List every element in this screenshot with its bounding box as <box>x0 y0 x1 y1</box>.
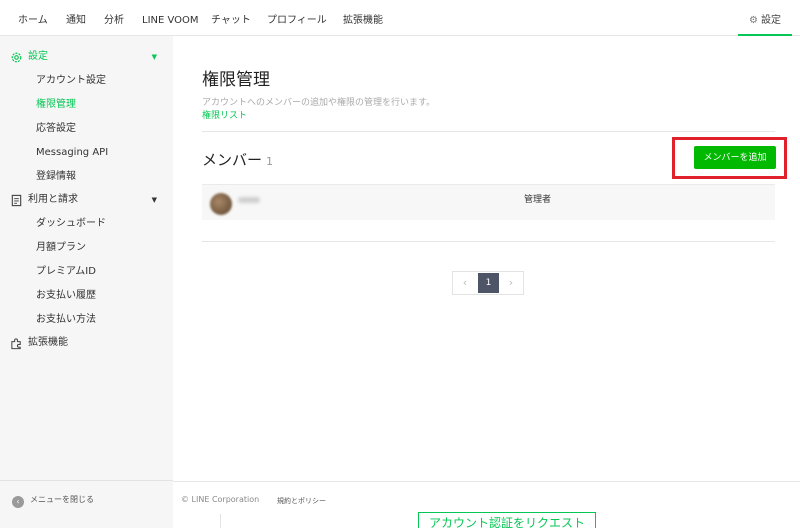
nav-home[interactable]: ホーム <box>18 0 48 36</box>
copyright-text: © LINE Corporation <box>181 495 260 504</box>
caret-down-icon: ▼ <box>151 53 157 61</box>
sidebar-item-messaging-api[interactable]: Messaging API <box>0 142 173 164</box>
tab-settings[interactable]: ⚙ 設定 <box>738 0 792 36</box>
page-title: 権限管理 <box>202 70 270 90</box>
sidebar-group-label: 利用と請求 <box>28 194 78 205</box>
prev-page-button[interactable]: ‹ <box>453 272 477 294</box>
nav-profile[interactable]: プロフィール <box>267 0 327 36</box>
next-page-button[interactable]: › <box>499 272 523 294</box>
divider <box>220 514 221 528</box>
close-menu-button[interactable]: メニューを閉じる <box>30 494 94 505</box>
nav-analytics[interactable]: 分析 <box>104 0 124 36</box>
members-title: メンバー <box>202 151 263 169</box>
sidebar-footer: ‹ メニューを閉じる <box>0 480 173 528</box>
sidebar-item-monthly-plan[interactable]: 月額プラン <box>0 237 173 259</box>
sidebar-item-payment-method[interactable]: お支払い方法 <box>0 309 173 331</box>
gear-icon <box>11 52 22 63</box>
sidebar-item-premium-id[interactable]: プレミアムID <box>0 261 173 283</box>
chevron-left-icon[interactable]: ‹ <box>12 496 24 508</box>
sidebar-item-payment-history[interactable]: お支払い履歴 <box>0 285 173 307</box>
add-member-button[interactable]: メンバーを追加 <box>694 146 776 169</box>
top-navigation: ホーム 通知 分析 LINE VOOM チャット プロフィール 拡張機能 ⚙ 設定 <box>0 0 800 36</box>
pagination: ‹ 1 › <box>452 271 524 295</box>
sidebar-item-dashboard[interactable]: ダッシュボード <box>0 213 173 235</box>
page-number-current[interactable]: 1 <box>478 273 499 293</box>
puzzle-icon <box>11 338 21 350</box>
caret-down-icon: ▼ <box>151 196 157 204</box>
member-role: 管理者 <box>524 195 552 205</box>
sidebar-group-extensions[interactable]: 拡張機能 <box>0 332 173 354</box>
sidebar-group-billing[interactable]: 利用と請求 ▼ <box>0 189 173 211</box>
sidebar-item-permissions[interactable]: 権限管理 <box>0 94 173 116</box>
permission-list-link[interactable]: 権限リスト <box>202 108 247 121</box>
avatar <box>210 193 232 215</box>
sidebar-item-response-settings[interactable]: 応答設定 <box>0 118 173 140</box>
members-count: 1 <box>266 155 274 168</box>
divider <box>202 241 775 242</box>
terms-link[interactable]: 規約とポリシー <box>277 496 326 506</box>
sidebar-group-label: 拡張機能 <box>28 337 68 348</box>
sidebar-group-settings[interactable]: 設定 ▼ <box>0 46 173 68</box>
main-content: 権限管理 アカウントへのメンバーの追加や権限の管理を行います。 権限リスト メン… <box>173 36 800 481</box>
page-description: アカウントへのメンバーの追加や権限の管理を行います。 <box>202 98 436 108</box>
table-row[interactable]: 小林 管理者 <box>202 184 775 220</box>
nav-notifications[interactable]: 通知 <box>66 0 86 36</box>
members-heading: メンバー 1 <box>202 149 273 170</box>
page-footer: © LINE Corporation 規約とポリシー アカウント認証をリクエスト <box>173 481 800 528</box>
sidebar-group-label: 設定 <box>28 51 48 62</box>
request-verification-button[interactable]: アカウント認証をリクエスト <box>418 512 596 528</box>
nav-extensions[interactable]: 拡張機能 <box>343 0 383 36</box>
settings-tab-label: 設定 <box>760 15 781 26</box>
nav-chat[interactable]: チャット <box>211 0 251 36</box>
nav-line-voom[interactable]: LINE VOOM <box>142 0 199 36</box>
member-name: 小林 <box>238 197 260 203</box>
sidebar: 設定 ▼ アカウント設定 権限管理 応答設定 Messaging API 登録情… <box>0 36 173 528</box>
divider <box>202 131 775 132</box>
sidebar-item-account-settings[interactable]: アカウント設定 <box>0 70 173 92</box>
receipt-icon <box>11 194 22 207</box>
sidebar-item-registration-info[interactable]: 登録情報 <box>0 166 173 188</box>
